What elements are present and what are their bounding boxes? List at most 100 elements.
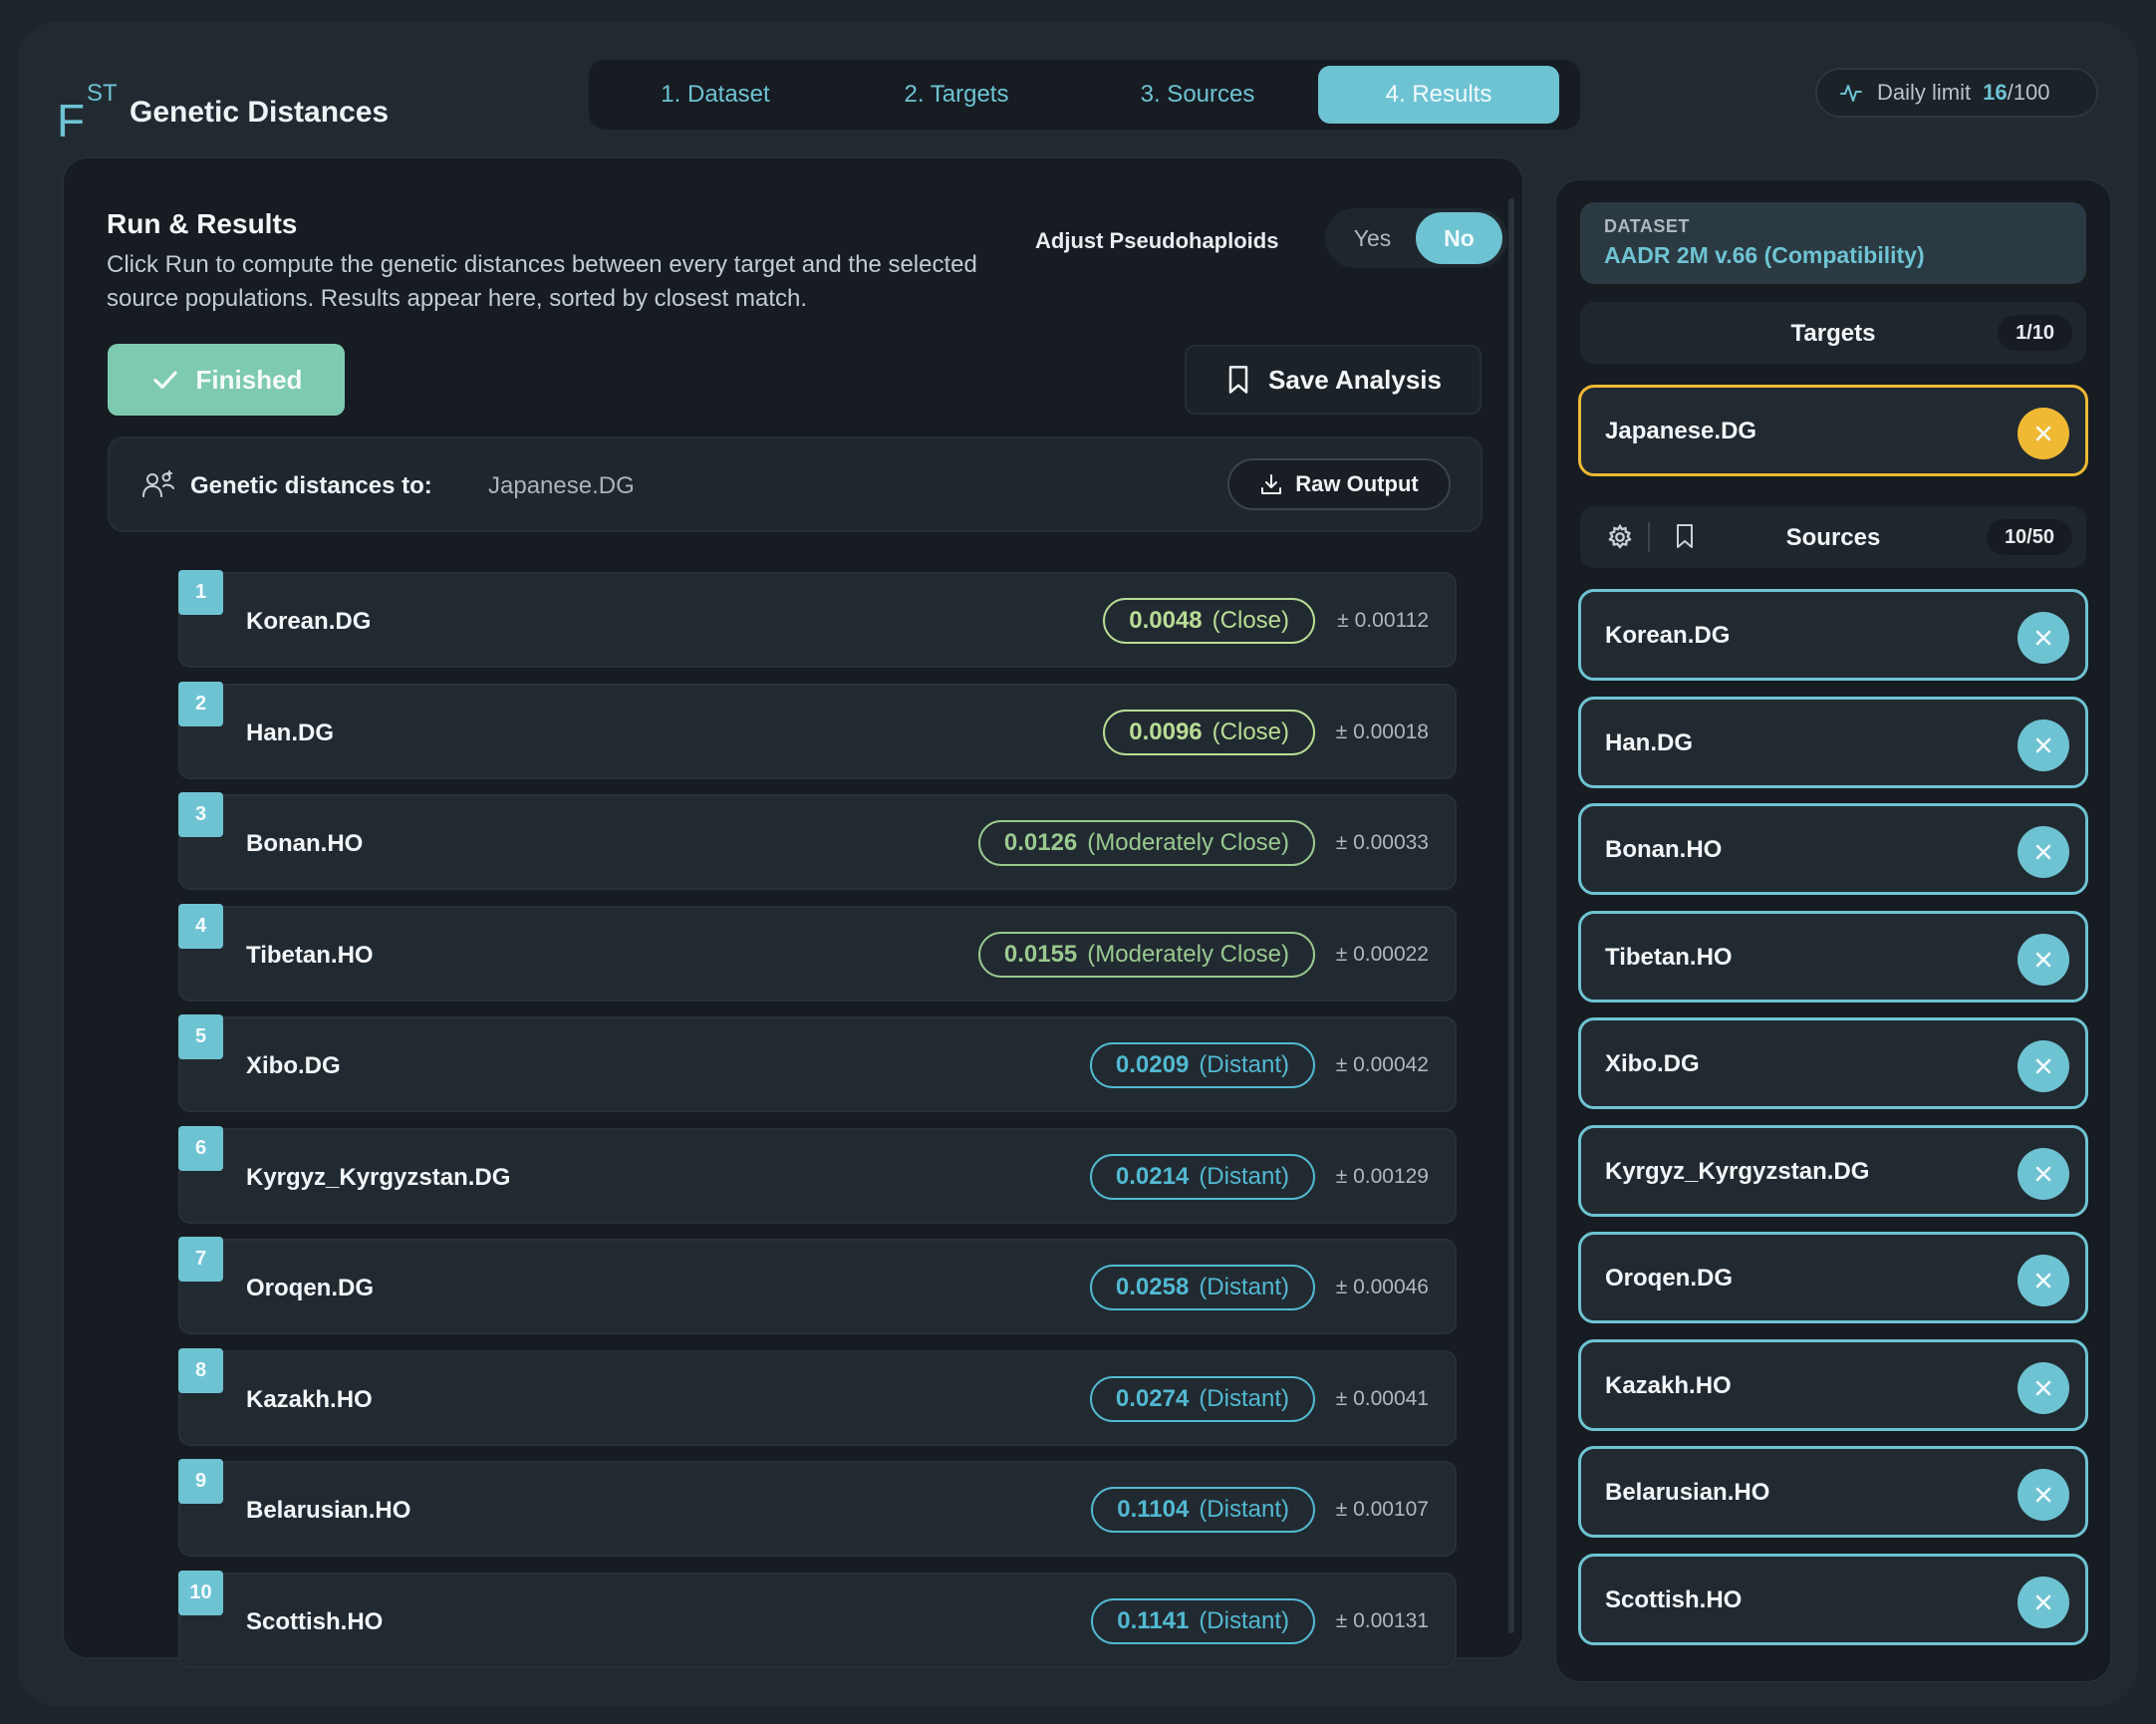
distance-error: ± 0.00033 (1335, 831, 1429, 854)
source-name: Bonan.HO (1605, 836, 1723, 863)
distance-error: ± 0.00046 (1335, 1276, 1429, 1298)
source-name: Han.DG (1605, 728, 1694, 756)
source-name: Kazakh.HO (1605, 1371, 1732, 1399)
tab-dataset[interactable]: 1. Dataset (595, 66, 836, 124)
source-name: Tibetan.HO (1605, 943, 1733, 971)
remove-source-button[interactable] (2018, 1255, 2069, 1306)
remove-source-button[interactable] (2018, 826, 2069, 878)
population-name: Kyrgyz_Kyrgyzstan.DG (246, 1163, 511, 1191)
population-name: Oroqen.DG (246, 1275, 375, 1301)
results-list: 1 Korean.DG 0.0048 (Close) ± 0.00112 2 Han.DG 0… (178, 570, 1457, 1683)
source-chip: Tibetan.HO (1578, 910, 2088, 1003)
rank-badge: 5 (178, 1014, 223, 1059)
distance-error: ± 0.00131 (1335, 1608, 1429, 1632)
remove-source-button[interactable] (2018, 612, 2069, 664)
distance-badge: 0.0209 (Distant) (1089, 1042, 1315, 1088)
pseudohaploids-toggle: Yes No (1325, 208, 1507, 268)
daily-limit-total: /100 (2007, 80, 2050, 105)
save-analysis-button[interactable]: Save Analysis (1185, 345, 1482, 415)
users-icon (142, 470, 174, 497)
tab-sources[interactable]: 3. Sources (1077, 66, 1318, 124)
remove-target-button[interactable] (2018, 408, 2069, 459)
bookmark-icon (1228, 366, 1248, 394)
population-name: Korean.DG (246, 608, 372, 635)
remove-source-button[interactable] (2018, 933, 2069, 986)
distance-category: (Distant) (1199, 1274, 1289, 1300)
distance-badge: 0.1104 (Distant) (1091, 1487, 1315, 1533)
close-icon (2035, 952, 2051, 967)
section-title: Run & Results (107, 208, 298, 239)
distance-error: ± 0.00107 (1335, 1498, 1429, 1521)
distance-category: (Moderately Close) (1087, 829, 1289, 856)
adjust-pseudohaploids-label: Adjust Pseudohaploids (1035, 228, 1279, 253)
rank-badge: 1 (178, 570, 223, 615)
check-icon (152, 371, 177, 390)
remove-source-button[interactable] (2018, 1040, 2069, 1092)
remove-source-button[interactable] (2018, 1361, 2069, 1414)
population-name: Han.DG (246, 718, 335, 746)
source-name: Oroqen.DG (1605, 1265, 1734, 1292)
remove-source-button[interactable] (2018, 1576, 2069, 1628)
config-sidebar: DATASET AADR 2M v.66 (Compatibility) Tar… (1554, 178, 2112, 1683)
result-row: 5 Xibo.DG 0.0209 (Distant) ± 0.00042 (178, 1014, 1457, 1112)
source-chip: Oroqen.DG (1578, 1232, 2088, 1323)
download-icon (1261, 474, 1282, 494)
close-icon (2035, 426, 2051, 441)
source-chip: Xibo.DG (1578, 1017, 2088, 1109)
distance-category: (Distant) (1199, 1496, 1289, 1523)
source-name: Korean.DG (1605, 622, 1731, 649)
population-name: Xibo.DG (246, 1052, 341, 1079)
sources-count: 10/50 (1986, 519, 2072, 555)
source-name: Scottish.HO (1605, 1585, 1743, 1613)
result-row: 10 Scottish.HO 0.1141 (Distant) ± 0.00131 (178, 1570, 1457, 1668)
remove-source-button[interactable] (2018, 718, 2069, 771)
source-name: Kyrgyz_Kyrgyzstan.DG (1605, 1157, 1870, 1185)
toggle-no[interactable]: No (1416, 212, 1502, 264)
finished-button[interactable]: Finished (108, 344, 345, 416)
rank-badge: 3 (178, 792, 223, 837)
close-icon (2035, 1058, 2051, 1074)
targets-count: 1/10 (1998, 315, 2072, 351)
distance-error: ± 0.00129 (1335, 1164, 1429, 1188)
distance-value: 0.0048 (1129, 607, 1203, 634)
distance-category: (Distant) (1199, 1051, 1289, 1078)
distance-category: (Distant) (1199, 1162, 1289, 1190)
distance-badge: 0.0096 (Close) (1103, 709, 1315, 755)
close-icon (2035, 844, 2051, 860)
remove-source-button[interactable] (2018, 1469, 2069, 1521)
remove-source-button[interactable] (2018, 1147, 2069, 1200)
toggle-yes[interactable]: Yes (1329, 212, 1416, 264)
raw-output-button[interactable]: Raw Output (1227, 458, 1451, 510)
result-row: 3 Bonan.HO 0.0126 (Moderately Close) ± 0.000… (178, 792, 1457, 890)
result-row: 9 Belarusian.HO 0.1104 (Distant) ± 0.00107 (178, 1459, 1457, 1557)
source-chip: Bonan.HO (1578, 803, 2088, 895)
dataset-caption: DATASET (1604, 216, 1690, 236)
raw-output-label: Raw Output (1295, 471, 1419, 496)
daily-limit-label: Daily limit (1877, 80, 1972, 105)
source-chip: Scottish.HO (1578, 1553, 2088, 1645)
step-tabs: 1. Dataset 2. Targets 3. Sources 4. Resu… (589, 60, 1580, 130)
population-name: Tibetan.HO (246, 941, 374, 969)
distance-badge: 0.0155 (Moderately Close) (977, 931, 1315, 978)
distance-error: ± 0.00042 (1335, 1053, 1429, 1076)
population-name: Kazakh.HO (246, 1385, 373, 1413)
distance-value: 0.0258 (1115, 1274, 1190, 1300)
result-row: 2 Han.DG 0.0096 (Close) ± 0.00018 (178, 681, 1457, 779)
population-name: Scottish.HO (246, 1607, 384, 1635)
distances-target: Japanese.DG (488, 472, 635, 499)
dataset-box: DATASET AADR 2M v.66 (Compatibility) (1580, 202, 2086, 284)
source-chip: Kyrgyz_Kyrgyzstan.DG (1578, 1124, 2088, 1217)
close-icon (2035, 1380, 2051, 1395)
tab-targets[interactable]: 2. Targets (836, 66, 1077, 124)
tab-results[interactable]: 4. Results (1318, 66, 1559, 124)
distance-category: (Close) (1212, 607, 1289, 634)
distance-badge: 0.0214 (Distant) (1089, 1153, 1315, 1200)
result-row: 7 Oroqen.DG 0.0258 (Distant) ± 0.00046 (178, 1237, 1457, 1334)
close-icon (2035, 1487, 2051, 1503)
app-window: F ST Genetic Distances 1. Dataset 2. Tar… (17, 22, 2138, 1706)
population-name: Bonan.HO (246, 830, 364, 857)
results-scrollbar[interactable] (1508, 198, 1514, 1633)
daily-limit-used: 16 (1983, 80, 2008, 105)
result-row: 1 Korean.DG 0.0048 (Close) ± 0.00112 (178, 570, 1457, 668)
distance-value: 0.1141 (1117, 1606, 1190, 1634)
